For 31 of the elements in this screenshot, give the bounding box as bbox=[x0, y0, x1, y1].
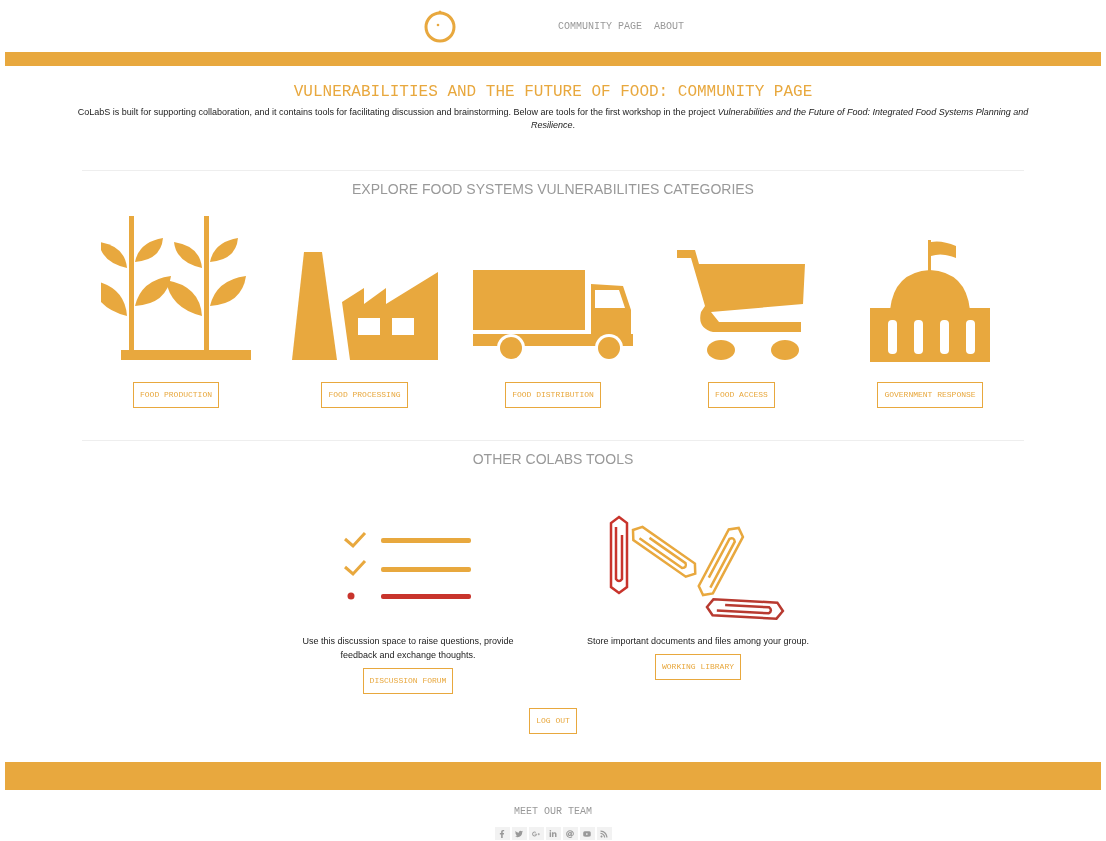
rss-icon[interactable] bbox=[596, 827, 612, 840]
footer-heading: MEET OUR TEAM bbox=[514, 805, 592, 819]
category-button[interactable]: FOOD PRODUCTION bbox=[133, 382, 219, 408]
nav-link[interactable]: COMMUNITY PAGE bbox=[558, 18, 642, 34]
email-icon[interactable] bbox=[562, 827, 578, 840]
checklist-icon bbox=[343, 531, 473, 601]
tool-button[interactable]: WORKING LIBRARY bbox=[655, 654, 741, 680]
tool-button[interactable]: DISCUSSION FORUM bbox=[362, 668, 454, 694]
factory-icon bbox=[291, 252, 438, 362]
tool-description: Use this discussion space to raise questions, provide feedback and exchange thoughts. bbox=[301, 635, 515, 662]
tool-description: Store important documents and files among your group. bbox=[586, 635, 810, 648]
shopping-cart-icon bbox=[676, 250, 807, 362]
intro-text: CoLabS is built for supporting collaboration, and it contains tools for facilitating discussion and brainstorming. Below are tools for the first workshop in the project Vulnerabilities and the Future of Food: Integrated Food Systems Planning and Resilience. bbox=[76, 106, 1030, 132]
category-button[interactable]: FOOD DISTRIBUTION bbox=[505, 382, 601, 408]
section-heading: OTHER COLABS TOOLS bbox=[472, 450, 634, 469]
twitter-icon[interactable] bbox=[511, 827, 527, 840]
category-button[interactable]: FOOD PROCESSING bbox=[321, 382, 408, 408]
section-heading: EXPLORE FOOD SYSTEMS VULNERABILITIES CATEGORIES bbox=[352, 180, 754, 199]
capitol-building-icon bbox=[870, 240, 990, 362]
linkedin-icon[interactable] bbox=[545, 827, 561, 840]
youtube-icon[interactable] bbox=[579, 827, 595, 840]
logout-button[interactable]: LOG OUT bbox=[529, 708, 577, 734]
nav-link[interactable]: ABOUT bbox=[654, 18, 684, 34]
logo-icon[interactable] bbox=[422, 8, 458, 44]
truck-icon bbox=[473, 270, 633, 362]
page-title: VULNERABILITIES AND THE FUTURE OF FOOD: COMMUNITY PAGE bbox=[293, 82, 813, 103]
facebook-icon[interactable] bbox=[494, 827, 510, 840]
category-button[interactable]: FOOD ACCESS bbox=[708, 382, 775, 408]
google-plus-icon[interactable] bbox=[528, 827, 544, 840]
plants-icon bbox=[101, 216, 251, 362]
category-button[interactable]: GOVERNMENT RESPONSE bbox=[877, 382, 983, 408]
